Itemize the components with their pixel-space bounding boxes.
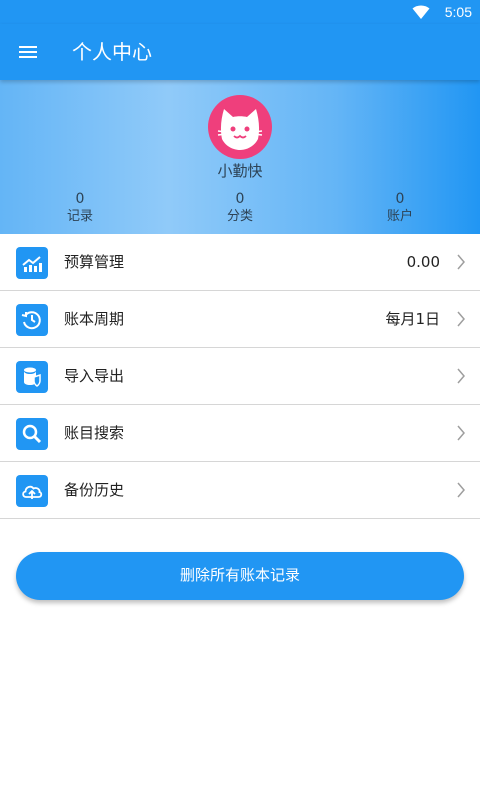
- chevron-right-icon: [457, 368, 465, 384]
- menu-item-budget[interactable]: 预算管理 0.00: [0, 234, 480, 291]
- menu-item-label: 账目搜索: [64, 424, 125, 442]
- database-shield-icon: [16, 361, 48, 393]
- wifi-icon: [412, 5, 430, 19]
- menu-item-value: 每月1日: [385, 310, 440, 328]
- cat-face-icon: [217, 109, 263, 150]
- stat-accounts[interactable]: 0 账户: [360, 190, 440, 226]
- status-time: 5:05: [444, 4, 472, 20]
- menu-item-label: 备份历史: [64, 481, 125, 499]
- menu-item-label: 导入导出: [64, 367, 125, 385]
- stat-label: 分类: [226, 209, 253, 224]
- status-bar: 5:05: [0, 0, 480, 24]
- app-bar: 个人中心: [0, 24, 480, 80]
- cycle-clock-icon: [16, 304, 48, 336]
- menu-icon[interactable]: [16, 40, 40, 64]
- menu-item-search[interactable]: 账目搜索: [0, 405, 480, 462]
- search-icon: [16, 418, 48, 450]
- avatar[interactable]: [208, 95, 272, 159]
- stat-categories[interactable]: 0 分类: [200, 190, 280, 226]
- menu-item-label: 预算管理: [64, 253, 125, 271]
- cloud-upload-icon: [16, 475, 48, 507]
- stat-records[interactable]: 0 记录: [40, 190, 120, 226]
- stat-value: 0: [395, 191, 405, 207]
- username: 小勤快: [217, 162, 263, 180]
- menu-item-label: 账本周期: [64, 310, 125, 328]
- menu-item-import-export[interactable]: 导入导出: [0, 348, 480, 405]
- stat-label: 记录: [66, 209, 93, 224]
- chevron-right-icon: [457, 254, 465, 270]
- profile-header: 小勤快 0 记录 0 分类 0 账户: [0, 80, 480, 234]
- menu-item-cycle[interactable]: 账本周期 每月1日: [0, 291, 480, 348]
- chevron-right-icon: [457, 311, 465, 327]
- stat-value: 0: [235, 191, 245, 207]
- delete-all-records-button[interactable]: 删除所有账本记录: [16, 552, 464, 600]
- stat-value: 0: [75, 191, 85, 207]
- chart-icon: [16, 247, 48, 279]
- page-title: 个人中心: [72, 40, 152, 64]
- menu-item-value: 0.00: [406, 253, 440, 271]
- chevron-right-icon: [457, 482, 465, 498]
- menu-item-backup[interactable]: 备份历史: [0, 462, 480, 519]
- settings-list: 预算管理 0.00 账本周期 每月1日 导入导出 账目搜索 备份历史: [0, 234, 480, 519]
- chevron-right-icon: [457, 425, 465, 441]
- stat-label: 账户: [386, 209, 413, 224]
